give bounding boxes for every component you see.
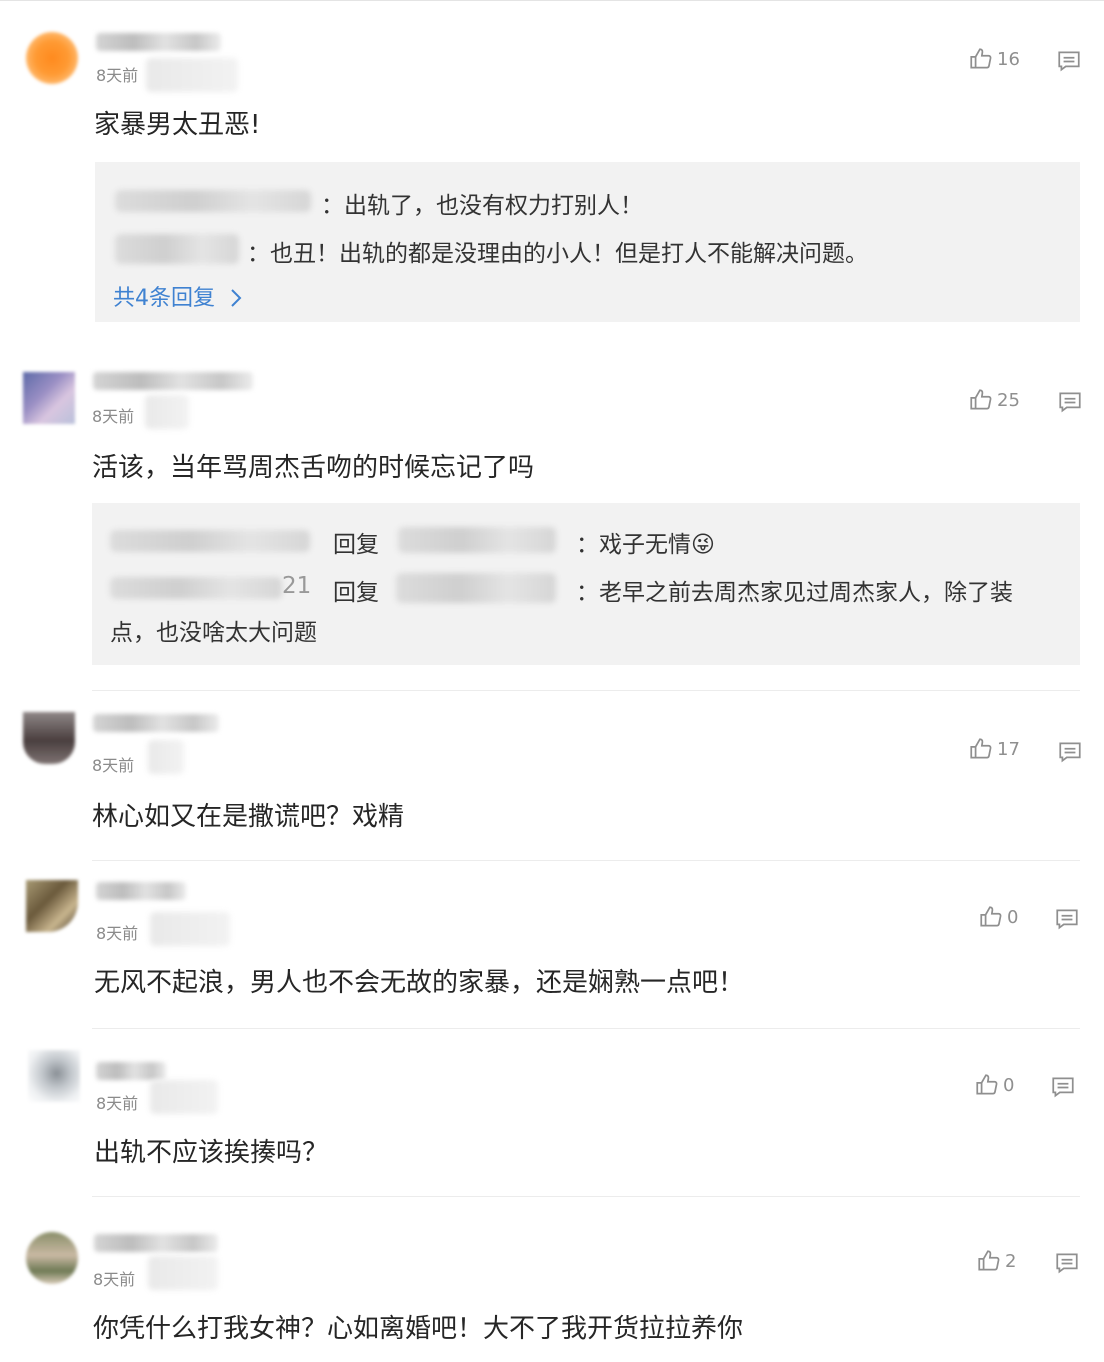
reply-text: ：老早之前去周杰家见过周杰家人，除了装 xyxy=(576,580,1013,606)
location-blurred xyxy=(148,1256,218,1290)
reply-text: ：也丑！出轨的都是没理由的小人！但是打人不能解决问题。 xyxy=(247,241,868,267)
comment-time: 8天前 xyxy=(96,924,139,943)
reply-word: 回复 xyxy=(333,532,379,558)
username-blurred[interactable] xyxy=(94,1234,218,1252)
chevron-right-icon xyxy=(231,289,242,307)
location-blurred xyxy=(145,395,189,429)
reply-icon[interactable] xyxy=(1057,389,1083,415)
thumbs-up-icon xyxy=(976,1074,998,1095)
location-blurred xyxy=(148,740,184,774)
reply-word: 回复 xyxy=(333,580,379,606)
comment-time: 8天前 xyxy=(93,1270,136,1289)
location-blurred xyxy=(150,912,230,946)
comment-item: 8天前 2 你凭什么打我女神？心如离婚吧！大不了我开货拉拉养你 xyxy=(0,1196,1104,1362)
like-button[interactable]: 0 xyxy=(974,1072,1014,1098)
like-button[interactable]: 16 xyxy=(968,46,1020,72)
thumbs-up-icon xyxy=(970,738,992,759)
comment-text: 家暴男太丑恶! xyxy=(94,110,261,140)
comment-item: 8天前 16 家暴男太丑恶! ：出轨了，也没有权力打别人！ ：也丑！出轨的都是没… xyxy=(0,0,1104,345)
reply-partial-name: 21 xyxy=(282,573,312,599)
comment-time: 8天前 xyxy=(92,407,135,426)
like-count: 2 xyxy=(1005,1250,1017,1272)
thumbs-up-icon xyxy=(978,1250,1000,1271)
reply-username-blurred[interactable] xyxy=(115,190,311,212)
comment-time: 8天前 xyxy=(96,66,139,85)
reply-icon[interactable] xyxy=(1050,1074,1076,1100)
like-count: 0 xyxy=(1007,906,1019,928)
reply-text: ：戏子无情😜 xyxy=(576,532,715,558)
reply-text: ：出轨了，也没有权力打别人！ xyxy=(321,193,643,219)
reply-username-blurred[interactable] xyxy=(110,577,282,599)
reply-icon[interactable] xyxy=(1054,906,1080,932)
like-count: 0 xyxy=(1003,1074,1015,1096)
reply-box: 回复 ：戏子无情😜 21 回复 ：老早之前去周杰家见过周杰家人，除了装 点，也没… xyxy=(92,503,1080,665)
thumbs-up-icon xyxy=(980,906,1002,927)
comment-time: 8天前 xyxy=(96,1094,139,1113)
reply-target-blurred[interactable] xyxy=(398,527,556,553)
comment-text: 你凭什么打我女神？心如离婚吧！大不了我开货拉拉养你 xyxy=(93,1314,744,1344)
thumbs-up-icon xyxy=(970,48,992,69)
comment-text: 林心如又在是撒谎吧？戏精 xyxy=(92,802,405,832)
like-count: 16 xyxy=(997,48,1020,70)
like-button[interactable]: 25 xyxy=(968,387,1020,413)
more-replies-link[interactable]: 共4条回复 xyxy=(113,280,244,312)
like-button[interactable]: 2 xyxy=(976,1248,1016,1274)
avatar[interactable] xyxy=(26,880,78,932)
username-blurred[interactable] xyxy=(93,714,219,732)
comment-text: 无风不起浪，男人也不会无故的家暴，还是娴熟一点吧！ xyxy=(94,968,745,998)
like-count: 25 xyxy=(997,389,1020,411)
comment-item: 8天前 17 林心如又在是撒谎吧？戏精 xyxy=(0,690,1104,860)
more-replies-label: 共4条回复 xyxy=(113,286,215,311)
reply-box: ：出轨了，也没有权力打别人！ ：也丑！出轨的都是没理由的小人！但是打人不能解决问… xyxy=(95,162,1080,322)
username-blurred[interactable] xyxy=(96,882,186,900)
comment-item: 8天前 0 出轨不应该挨揍吗？ xyxy=(0,1028,1104,1196)
location-blurred xyxy=(146,58,238,92)
avatar[interactable] xyxy=(28,1050,80,1102)
username-blurred[interactable] xyxy=(96,33,221,51)
comment-text: 活该，当年骂周杰舌吻的时候忘记了吗 xyxy=(92,453,535,483)
reply-icon[interactable] xyxy=(1056,48,1082,74)
avatar[interactable] xyxy=(26,1232,78,1284)
avatar[interactable] xyxy=(23,372,75,424)
avatar[interactable] xyxy=(23,712,75,764)
reply-icon[interactable] xyxy=(1054,1250,1080,1276)
comment-item: 8天前 0 无风不起浪，男人也不会无故的家暴，还是娴熟一点吧！ xyxy=(0,860,1104,1028)
reply-username-blurred[interactable] xyxy=(115,234,239,264)
reply-text-continued: 点，也没啥太大问题 xyxy=(110,620,317,646)
like-button[interactable]: 0 xyxy=(978,904,1018,930)
like-count: 17 xyxy=(997,738,1020,760)
like-button[interactable]: 17 xyxy=(968,736,1020,762)
comment-time: 8天前 xyxy=(92,756,135,775)
comment-text: 出轨不应该挨揍吗？ xyxy=(94,1138,329,1168)
avatar[interactable] xyxy=(26,32,78,84)
reply-icon[interactable] xyxy=(1057,739,1083,765)
username-blurred[interactable] xyxy=(93,372,253,390)
username-blurred[interactable] xyxy=(96,1062,166,1080)
reply-target-blurred[interactable] xyxy=(396,573,556,603)
comment-item: 8天前 25 活该，当年骂周杰舌吻的时候忘记了吗 回复 ：戏子无情😜 21 回复… xyxy=(0,345,1104,690)
reply-username-blurred[interactable] xyxy=(110,530,310,552)
thumbs-up-icon xyxy=(970,389,992,410)
location-blurred xyxy=(150,1080,218,1114)
